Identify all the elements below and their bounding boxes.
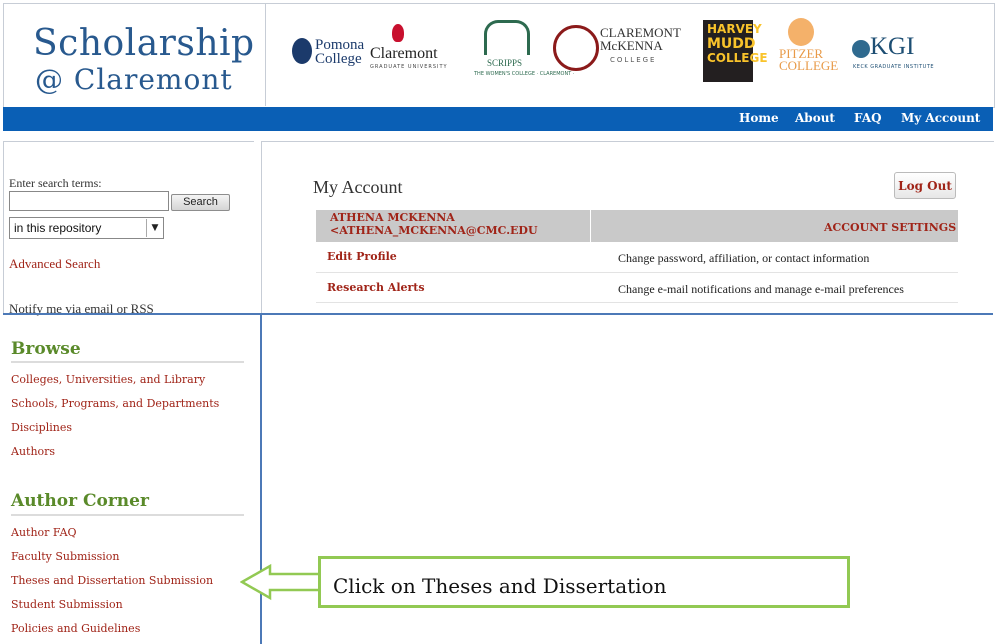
cmc-logo-subtext: COLLEGE <box>610 56 657 64</box>
advanced-search-link[interactable]: Advanced Search <box>9 256 100 272</box>
research-alerts-link[interactable]: Research Alerts <box>327 281 425 294</box>
callout-arrow-icon <box>240 563 322 601</box>
chevron-down-icon[interactable]: ▼ <box>146 219 163 237</box>
author-corner-heading: Author Corner <box>11 491 149 511</box>
browse-heading: Browse <box>11 339 81 359</box>
browse-rule <box>11 361 244 363</box>
hmc-line: MUDD <box>707 36 756 52</box>
account-user-name-line: ATHENA MCKENNA <box>330 211 455 224</box>
kgi-logo-text: KGI <box>870 33 915 60</box>
logo-subtitle: @ Claremont <box>35 63 233 96</box>
scripps-logo-subtext: THE WOMEN'S COLLEGE · CLAREMONT · <box>474 71 575 77</box>
nav-my-account-link[interactable]: My Account <box>901 111 980 125</box>
hmc-line: COLLEGE <box>707 51 768 65</box>
hmc-line: HARVEY <box>707 22 762 36</box>
header-divider <box>590 210 591 242</box>
sidebar-item-disciplines[interactable]: Disciplines <box>11 421 72 434</box>
nav-home-link[interactable]: Home <box>739 111 779 125</box>
sidebar-item-student-submission[interactable]: Student Submission <box>11 598 123 611</box>
sidebar-item-theses-submission[interactable]: Theses and Dissertation Submission <box>11 574 213 587</box>
cmc-seal-icon <box>553 25 599 71</box>
top-nav-bar <box>3 107 993 131</box>
pomona-logo-text: Pomona College <box>315 37 365 67</box>
sidebar-item-faculty-submission[interactable]: Faculty Submission <box>11 550 119 563</box>
sidebar-item-authors[interactable]: Authors <box>11 445 55 458</box>
nav-about-link[interactable]: About <box>795 111 835 125</box>
account-user-email: <ATHENA_MCKENNA@CMC.EDU <box>330 224 538 237</box>
hmc-logo-text: HARVEY MUDD COLLEGE <box>707 22 768 65</box>
pitzer-logo-text: PITZER COLLEGE <box>779 47 839 73</box>
page-title: My Account <box>313 177 403 197</box>
section-divider <box>3 313 993 315</box>
kgi-logo-subtext: KECK GRADUATE INSTITUTE <box>853 64 935 70</box>
sidebar-item-author-faq[interactable]: Author FAQ <box>11 526 77 539</box>
scripps-logo-text: SCRIPPS <box>487 58 523 68</box>
account-user-name: ATHENA MCKENNA <ATHENA_MCKENNA@CMC.EDU <box>330 211 538 237</box>
cmc-logo-text: CLAREMONT McKENNA <box>600 26 681 52</box>
cgu-logo-subtext: GRADUATE UNIVERSITY <box>370 64 448 70</box>
cgu-logo-text: Claremont <box>370 45 438 62</box>
cgu-flame-icon <box>392 24 404 42</box>
kgi-leaf-icon <box>852 40 870 58</box>
sidebar-item-schools[interactable]: Schools, Programs, and Departments <box>11 397 219 410</box>
research-alerts-description: Change e-mail notifications and manage e… <box>618 282 904 296</box>
edit-profile-description: Change password, affiliation, or contact… <box>618 251 870 265</box>
sidebar-item-policies[interactable]: Policies and Guidelines <box>11 622 140 635</box>
cmc-logo-line2: McKENNA <box>600 38 663 53</box>
scripps-arch-icon <box>484 20 530 55</box>
sidebar-item-colleges[interactable]: Colleges, Universities, and Library <box>11 373 205 386</box>
logout-button[interactable]: Log Out <box>894 172 956 199</box>
site-logo[interactable]: Scholarship @ Claremont <box>3 3 266 106</box>
nav-faq-link[interactable]: FAQ <box>854 111 882 125</box>
search-scope-value: in this repository <box>14 221 102 235</box>
pomona-seal-icon <box>292 38 312 64</box>
instruction-callout-text: Click on Theses and Dissertation <box>333 574 667 598</box>
edit-profile-link[interactable]: Edit Profile <box>327 250 397 263</box>
pitzer-logo-line2: COLLEGE <box>779 58 839 73</box>
search-button[interactable]: Search <box>171 194 230 211</box>
author-corner-rule <box>11 514 244 516</box>
search-label: Enter search terms: <box>9 176 102 190</box>
pitzer-tree-icon <box>788 18 814 46</box>
account-settings-heading: ACCOUNT SETTINGS <box>824 221 957 234</box>
logo-title: Scholarship <box>33 23 255 64</box>
search-input[interactable] <box>9 191 169 211</box>
